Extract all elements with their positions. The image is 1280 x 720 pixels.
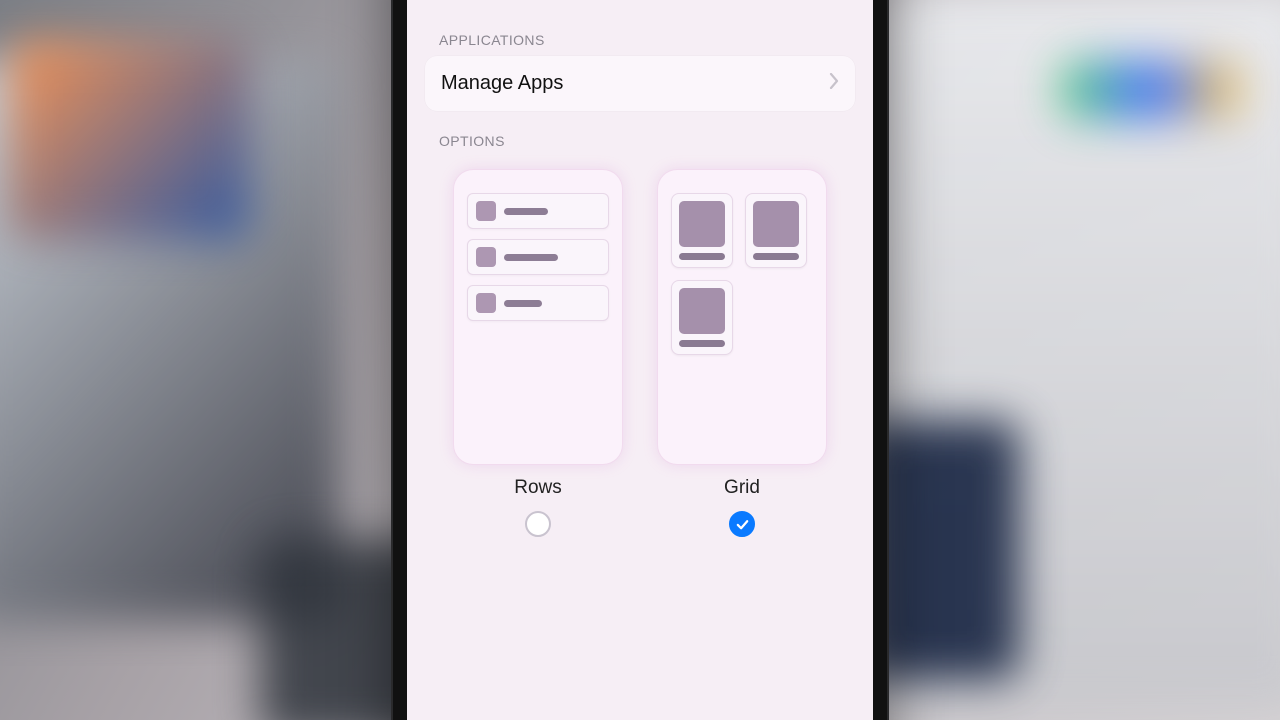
background-blur [10,40,250,240]
phone-frame: 11:47 100 Back Assistive Access APPLICAT… [391,0,889,720]
layout-option-grid[interactable]: Grid [657,169,827,537]
manage-apps-label: Manage Apps [441,72,563,95]
section-header-options: OPTIONS [425,111,855,157]
rows-preview [453,169,623,465]
section-header-applications: APPLICATIONS [425,10,855,56]
background-blur [1060,60,1240,120]
grid-preview [657,169,827,465]
rows-radio[interactable] [525,511,551,537]
manage-apps-cell[interactable]: Manage Apps [425,56,855,111]
phone-screen: 11:47 100 Back Assistive Access APPLICAT… [407,0,873,720]
grid-radio[interactable] [729,511,755,537]
layout-option-rows[interactable]: Rows [453,169,623,537]
grid-option-label: Grid [724,477,760,499]
checkmark-icon [735,517,750,532]
chevron-right-icon [829,72,839,95]
rows-option-label: Rows [514,477,562,499]
nav-bar: Back Assistive Access [407,0,873,4]
